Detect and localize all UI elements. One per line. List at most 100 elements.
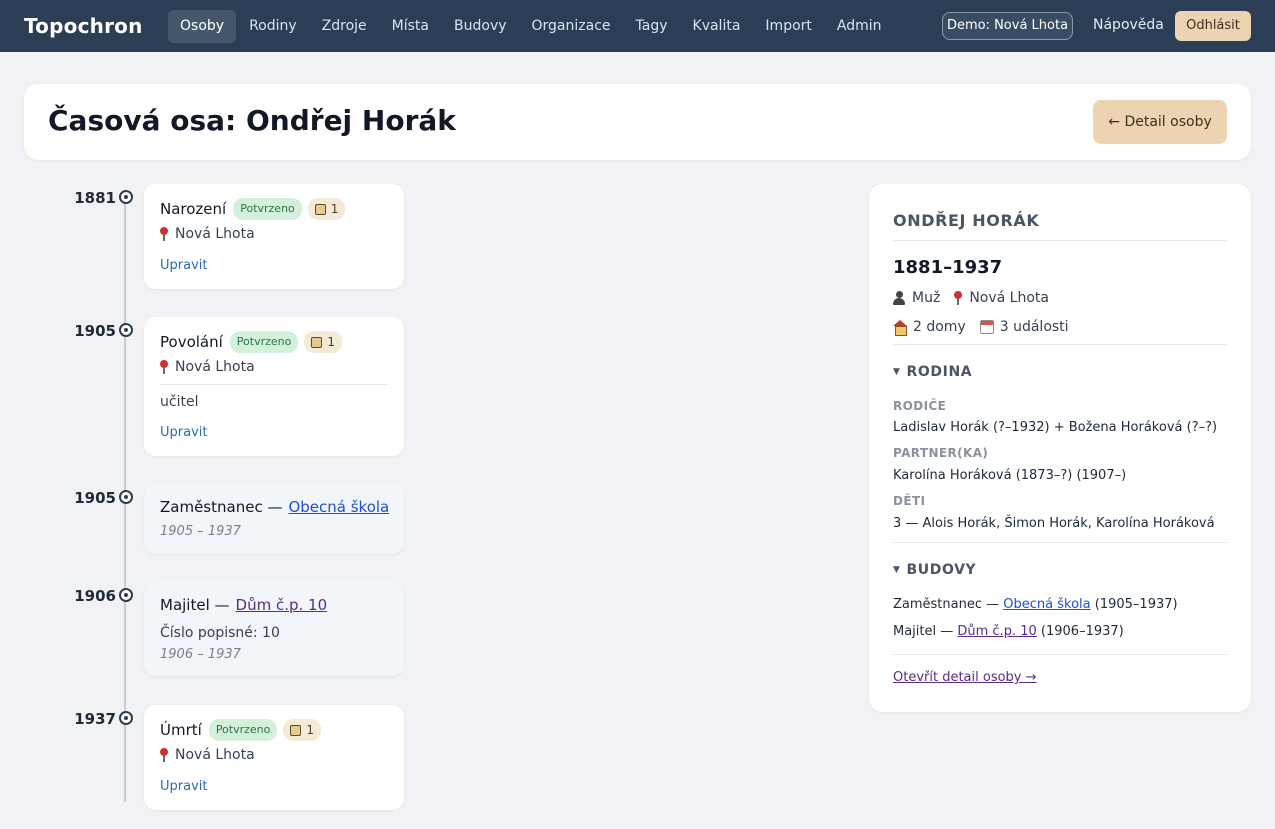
timeline-year: 1906 (74, 587, 116, 605)
timeline-event-card: Povolání Potvrzeno 1 Nová Lhota učitel U… (144, 317, 404, 456)
nav-item-mista[interactable]: Místa (380, 10, 441, 43)
nav-item-kvalita[interactable]: Kvalita (681, 10, 753, 43)
page-title: Časová osa: Ondřej Horák (48, 104, 456, 137)
event-header: Povolání Potvrzeno 1 (160, 331, 342, 353)
timeline-dot (119, 190, 133, 204)
events-count: 3 události (999, 319, 1069, 335)
partner-value: Karolína Horáková (1873–?) (1907–) (893, 468, 1127, 483)
partner-label: PARTNER(KA) (893, 446, 989, 460)
event-place-label: Nová Lhota (175, 226, 255, 242)
event-note: učitel (160, 394, 199, 410)
nav-item-organizace[interactable]: Organizace (520, 10, 623, 43)
timeline-relation-card: Zaměstnanec — Obecná škola 1905 – 1937 (144, 484, 404, 554)
family-section-toggle[interactable]: ▼ RODINA (893, 364, 972, 380)
book-icon (314, 203, 326, 215)
nav-item-import[interactable]: Import (753, 10, 823, 43)
status-badge: Potvrzeno (208, 719, 278, 741)
timeline-year: 1881 (74, 189, 116, 207)
nav-item-osoby[interactable]: Osoby (168, 10, 237, 43)
demo-project-badge[interactable]: Demo: Nová Lhota (942, 12, 1073, 40)
divider (893, 240, 1227, 241)
calendar-icon (979, 320, 994, 334)
timeline-year: 1905 (74, 489, 116, 507)
parents-label: RODIČE (893, 399, 947, 413)
divider (893, 654, 1227, 655)
houses-count: 2 domy (913, 319, 966, 335)
person-name: ONDŘEJ HORÁK (893, 211, 1040, 230)
event-title: Povolání (160, 333, 223, 351)
back-to-person-button[interactable]: ← Detail osoby (1093, 100, 1227, 144)
building-link[interactable]: Obecná škola (1003, 597, 1090, 612)
event-header: Narození Potvrzeno 1 (160, 198, 346, 220)
relation-date-range: 1906 – 1937 (160, 647, 241, 662)
building-role: Zaměstnanec — (893, 597, 1000, 612)
book-icon (311, 336, 323, 348)
nav-item-budovy[interactable]: Budovy (442, 10, 519, 43)
event-title: Úmrtí (160, 721, 202, 739)
timeline-dot (119, 490, 133, 504)
edit-event-link[interactable]: Upravit (160, 425, 207, 440)
help-link[interactable]: Nápověda (1093, 17, 1164, 33)
relation-title: Zaměstnanec — (160, 498, 283, 516)
children-label: DĚTI (893, 494, 926, 508)
person-counts: 2 domy 3 události (893, 319, 1069, 336)
status-badge: Potvrzeno (229, 331, 299, 353)
timeline-year: 1937 (74, 710, 116, 728)
building-link[interactable]: Dům č.p. 10 (957, 624, 1036, 639)
main-nav: Osoby Rodiny Zdroje Místa Budovy Organiz… (168, 10, 895, 43)
person-summary-panel: ONDŘEJ HORÁK 1881–1937 Muž Nová Lhota 2 … (869, 184, 1251, 712)
parents-value: Ladislav Horák (?–1932) + Božena Horákov… (893, 420, 1218, 435)
relation-header: Majitel — Dům č.p. 10 (160, 596, 327, 614)
timeline-relation-card: Majitel — Dům č.p. 10 Číslo popisné: 10 … (144, 582, 404, 676)
event-place-label: Nová Lhota (175, 359, 255, 375)
nav-item-tagy[interactable]: Tagy (624, 10, 680, 43)
caret-down-icon: ▼ (893, 367, 901, 377)
building-relation: Majitel — Dům č.p. 10 (1906–1937) (893, 624, 1124, 639)
pin-icon (160, 227, 168, 241)
nav-item-rodiny[interactable]: Rodiny (237, 10, 309, 43)
pin-icon (160, 748, 168, 762)
person-facts: Muž Nová Lhota (893, 290, 1049, 306)
organization-link[interactable]: Obecná škola (288, 498, 389, 516)
divider (160, 384, 388, 385)
open-person-detail-link[interactable]: Otevřít detail osoby → (893, 670, 1037, 685)
brand-logo[interactable]: Topochron (24, 14, 143, 38)
person-place: Nová Lhota (969, 290, 1049, 306)
event-place: Nová Lhota (160, 747, 255, 763)
building-relation: Zaměstnanec — Obecná škola (1905–1937) (893, 597, 1178, 612)
nav-item-admin[interactable]: Admin (825, 10, 894, 43)
edit-event-link[interactable]: Upravit (160, 258, 207, 273)
buildings-section-toggle[interactable]: ▼ BUDOVY (893, 562, 976, 578)
event-place: Nová Lhota (160, 359, 255, 375)
caret-down-icon: ▼ (893, 565, 901, 575)
timeline-dot (119, 323, 133, 337)
event-place: Nová Lhota (160, 226, 255, 242)
source-count-badge[interactable]: 1 (283, 719, 322, 741)
building-range: (1906–1937) (1040, 624, 1124, 639)
edit-event-link[interactable]: Upravit (160, 779, 207, 794)
timeline-dot (119, 588, 133, 602)
building-link[interactable]: Dům č.p. 10 (236, 596, 328, 614)
book-icon (290, 724, 302, 736)
family-section-title: RODINA (906, 364, 973, 380)
timeline-event-card: Narození Potvrzeno 1 Nová Lhota Upravit (144, 184, 404, 289)
divider (893, 542, 1227, 543)
pin-icon (954, 291, 963, 305)
relation-detail: Číslo popisné: 10 (160, 625, 280, 641)
building-role: Majitel — (893, 624, 954, 639)
event-place-label: Nová Lhota (175, 747, 255, 763)
logout-button[interactable]: Odhlásit (1175, 11, 1251, 41)
event-header: Úmrtí Potvrzeno 1 (160, 719, 322, 741)
person-icon (893, 291, 905, 305)
nav-item-zdroje[interactable]: Zdroje (310, 10, 379, 43)
relation-date-range: 1905 – 1937 (160, 524, 241, 539)
source-count-badge[interactable]: 1 (307, 198, 346, 220)
source-count-badge[interactable]: 1 (304, 331, 342, 353)
source-count: 1 (327, 335, 335, 349)
buildings-section-title: BUDOVY (906, 562, 977, 578)
divider (893, 344, 1227, 345)
event-title: Narození (160, 200, 227, 218)
building-range: (1905–1937) (1094, 597, 1178, 612)
relation-title: Majitel — (160, 596, 230, 614)
timeline-event-card: Úmrtí Potvrzeno 1 Nová Lhota Upravit (144, 705, 404, 810)
